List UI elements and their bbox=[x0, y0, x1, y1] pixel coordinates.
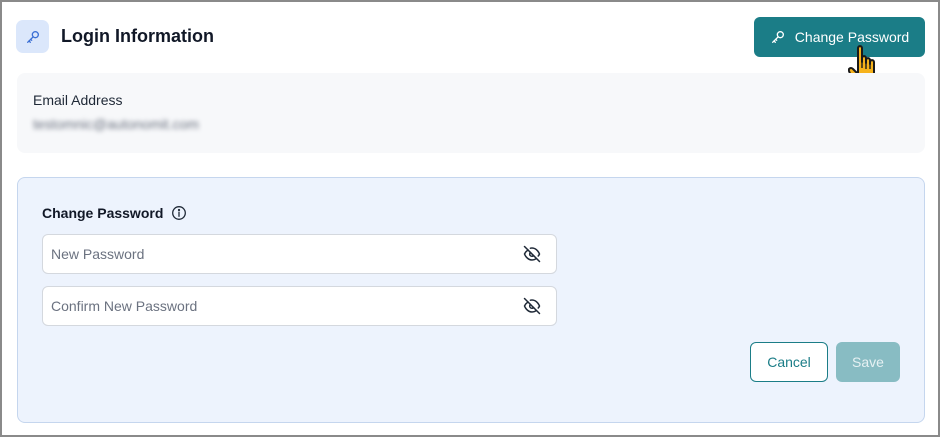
eye-off-icon[interactable] bbox=[523, 245, 541, 263]
key-icon bbox=[770, 29, 786, 45]
info-icon[interactable] bbox=[171, 205, 187, 221]
key-icon bbox=[16, 20, 49, 53]
change-password-button-label: Change Password bbox=[794, 29, 910, 45]
email-value: testomnic@autonomit.com bbox=[33, 116, 199, 132]
confirm-password-input[interactable] bbox=[43, 287, 513, 325]
change-password-title: Change Password bbox=[42, 205, 164, 221]
cancel-button[interactable]: Cancel bbox=[750, 342, 828, 382]
eye-off-icon[interactable] bbox=[523, 297, 541, 315]
new-password-field bbox=[42, 234, 557, 274]
new-password-input[interactable] bbox=[43, 235, 513, 273]
change-password-panel: Change Password Cancel Save bbox=[17, 177, 925, 423]
email-label: Email Address bbox=[33, 92, 123, 108]
email-card: Email Address testomnic@autonomit.com bbox=[17, 73, 925, 153]
page-title: Login Information bbox=[61, 26, 214, 46]
login-information-page: Login Information Change Password Email … bbox=[0, 0, 940, 437]
confirm-password-field bbox=[42, 286, 557, 326]
change-password-button[interactable]: Change Password bbox=[754, 17, 925, 57]
save-button[interactable]: Save bbox=[836, 342, 900, 382]
